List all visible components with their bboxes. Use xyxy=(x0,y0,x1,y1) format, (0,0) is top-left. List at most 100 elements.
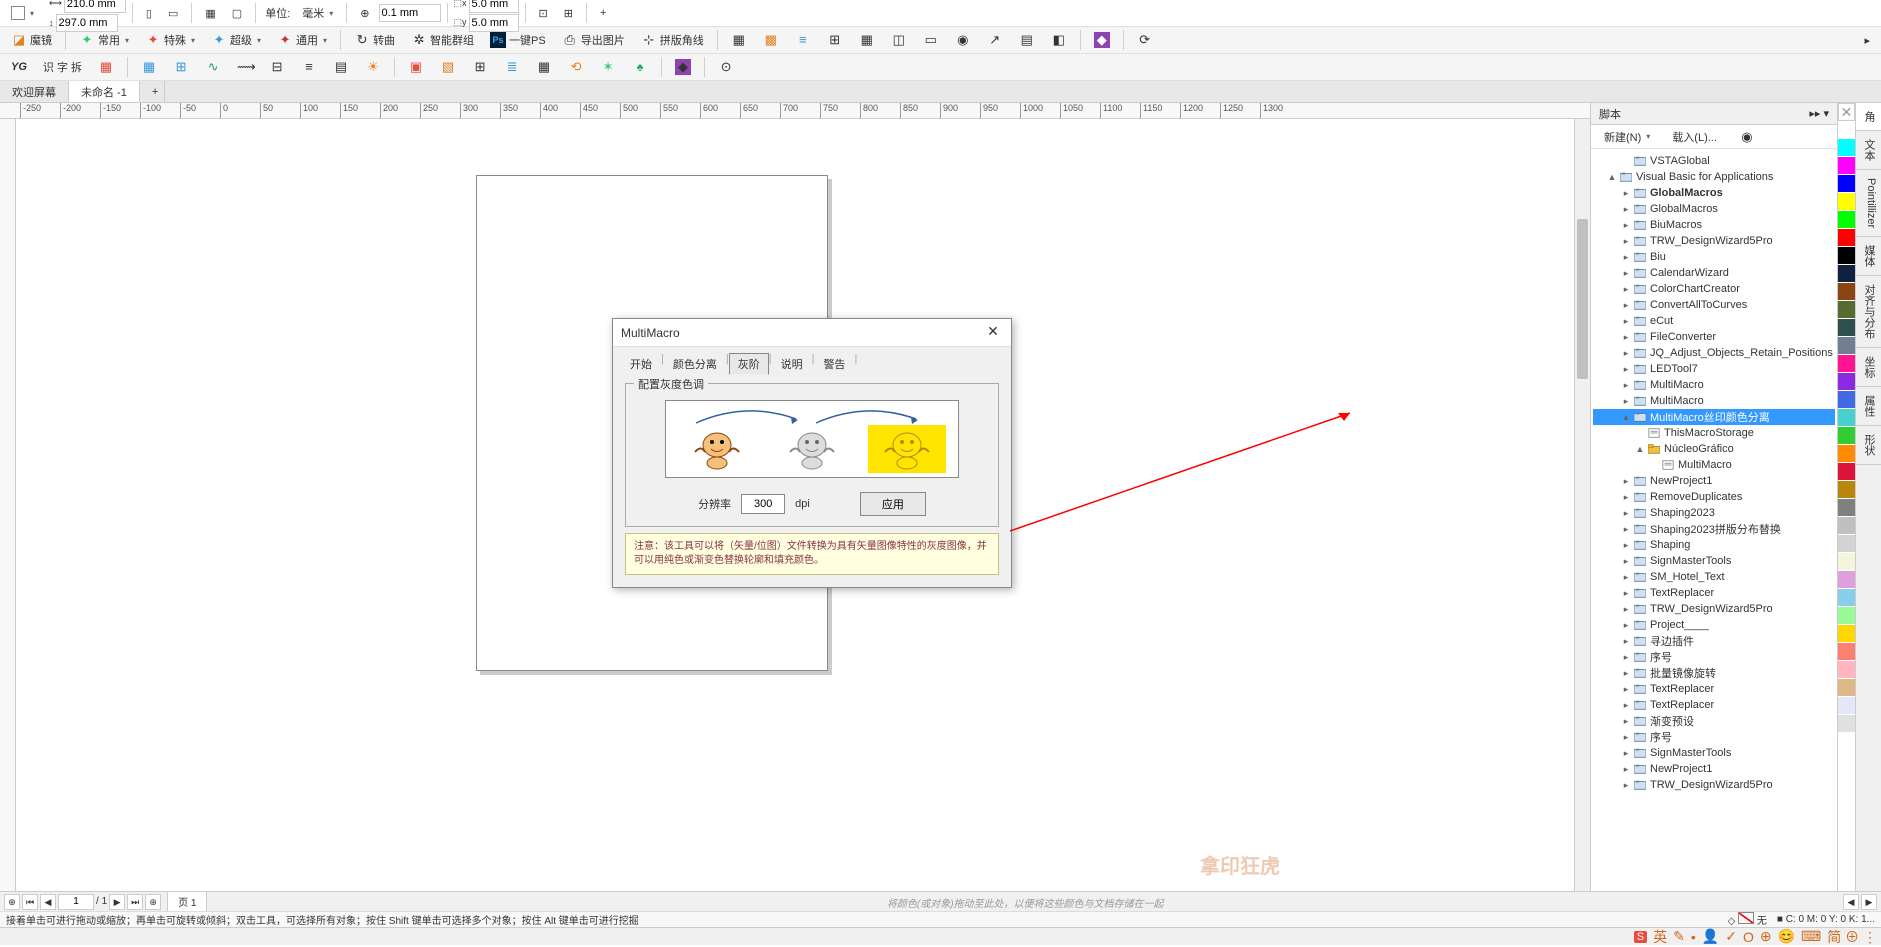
tree-node[interactable]: ▸GlobalMacros xyxy=(1593,185,1835,201)
tree-node[interactable]: ▸eCut xyxy=(1593,313,1835,329)
color-swatch[interactable] xyxy=(1838,301,1855,319)
super-button[interactable]: ✦超级▾ xyxy=(204,29,268,51)
tree-node[interactable]: ThisMacroStorage xyxy=(1593,425,1835,441)
tree-node[interactable]: ▲NúcleoGráfico xyxy=(1593,441,1835,457)
t2h[interactable]: ◉ xyxy=(948,29,978,51)
tree-node[interactable]: ▸Project____ xyxy=(1593,617,1835,633)
tree-node[interactable]: ▲MultiMacro丝印颜色分离 xyxy=(1593,409,1835,425)
snap-button[interactable]: ⊡ xyxy=(532,2,555,24)
color-swatch[interactable] xyxy=(1838,535,1855,553)
resolution-input[interactable] xyxy=(741,494,785,514)
color-swatch[interactable] xyxy=(1838,499,1855,517)
color-swatch[interactable] xyxy=(1838,679,1855,697)
t3o[interactable]: ⟲ xyxy=(561,56,591,78)
t3d[interactable]: ∿ xyxy=(198,56,228,78)
tree-node[interactable]: ▸Biu xyxy=(1593,249,1835,265)
t2e[interactable]: ▦ xyxy=(852,29,882,51)
t3p[interactable]: ✶ xyxy=(593,56,623,78)
units-dropdown[interactable]: 毫米▾ xyxy=(295,2,340,24)
t3h[interactable]: ▤ xyxy=(326,56,356,78)
ime-i2[interactable]: • xyxy=(1691,929,1696,945)
tree-node[interactable]: ▸渐变预设 xyxy=(1593,713,1835,729)
page-size-dropdown[interactable]: ▾ xyxy=(4,2,41,24)
t2d[interactable]: ⊞ xyxy=(820,29,850,51)
current-page-button[interactable]: ▢ xyxy=(225,2,249,24)
landscape-button[interactable]: ▭ xyxy=(161,2,185,24)
color-swatch[interactable] xyxy=(1838,589,1855,607)
color-swatch[interactable] xyxy=(1838,553,1855,571)
ime-i4[interactable]: ✓ xyxy=(1725,928,1737,945)
t2a[interactable]: ▦ xyxy=(724,29,754,51)
color-swatch[interactable] xyxy=(1838,661,1855,679)
dialog-tab-灰阶[interactable]: 灰阶 xyxy=(729,353,769,375)
color-swatch[interactable] xyxy=(1838,427,1855,445)
magic-mirror-button[interactable]: ◪魔镜 xyxy=(4,29,59,51)
color-swatch[interactable] xyxy=(1838,283,1855,301)
dialog-titlebar[interactable]: MultiMacro ✕ xyxy=(613,319,1011,347)
t2f[interactable]: ◫ xyxy=(884,29,914,51)
tree-node[interactable]: ▲Visual Basic for Applications xyxy=(1593,169,1835,185)
t3m[interactable]: ≣ xyxy=(497,56,527,78)
t2l[interactable]: ◆ xyxy=(1087,29,1117,51)
color-swatch[interactable] xyxy=(1838,229,1855,247)
portrait-button[interactable]: ▯ xyxy=(139,2,159,24)
add-button[interactable]: + xyxy=(593,2,613,24)
ime-i3[interactable]: 👤 xyxy=(1702,928,1719,945)
dialog-tab-颜色分离[interactable]: 颜色分离 xyxy=(664,353,726,375)
overflow-button[interactable]: ▸ xyxy=(1857,29,1877,51)
split-char-button[interactable]: 识 字 拆 xyxy=(36,56,89,78)
t3f[interactable]: ⊟ xyxy=(262,56,292,78)
convert-curves-button[interactable]: ↻转曲 xyxy=(347,29,402,51)
color-swatch[interactable] xyxy=(1838,121,1855,139)
dialog-close-button[interactable]: ✕ xyxy=(983,323,1003,343)
ime-lang[interactable]: 英 xyxy=(1653,927,1667,947)
color-swatch[interactable] xyxy=(1838,643,1855,661)
t2j[interactable]: ▤ xyxy=(1012,29,1042,51)
docker-tab-0[interactable]: 角 xyxy=(1856,103,1881,131)
docker-tab-5[interactable]: 坐标 xyxy=(1856,348,1881,387)
t3l[interactable]: ⊞ xyxy=(465,56,495,78)
ime-i8[interactable]: ⌨ xyxy=(1801,928,1821,945)
nav-first[interactable]: ⊕ xyxy=(4,894,20,910)
t3c[interactable]: ⊞ xyxy=(166,56,196,78)
docker-tab-4[interactable]: 对齐与分布 xyxy=(1856,276,1881,348)
t2m[interactable]: ⟳ xyxy=(1130,29,1160,51)
color-palette[interactable]: ✕ xyxy=(1837,103,1855,939)
script-tree[interactable]: VSTAGlobal▲Visual Basic for Applications… xyxy=(1591,149,1837,915)
color-swatch[interactable] xyxy=(1838,517,1855,535)
tree-node[interactable]: ▸JQ_Adjust_Objects_Retain_Positions xyxy=(1593,345,1835,361)
script-new-button[interactable]: 新建(N)▾ xyxy=(1597,126,1657,148)
docker-tab-1[interactable]: 文本 xyxy=(1856,131,1881,170)
tree-node[interactable]: ▸TextReplacer xyxy=(1593,697,1835,713)
tree-node[interactable]: ▸MultiMacro xyxy=(1593,393,1835,409)
tree-node[interactable]: ▸序号 xyxy=(1593,649,1835,665)
tree-node[interactable]: ▸NewProject1 xyxy=(1593,761,1835,777)
color-swatch[interactable] xyxy=(1838,715,1855,733)
tab-add-button[interactable]: + xyxy=(140,81,165,102)
docker-tab-2[interactable]: Pointillizer xyxy=(1856,170,1881,237)
smart-group-button[interactable]: ✲智能群组 xyxy=(404,29,481,51)
panel-menu-icon[interactable]: ▸▸ ▾ xyxy=(1809,107,1829,120)
tree-node[interactable]: ▸TRW_DesignWizard5Pro xyxy=(1593,601,1835,617)
tree-node[interactable]: ▸Shaping xyxy=(1593,537,1835,553)
nav-end-l[interactable]: ◀ xyxy=(1843,894,1859,910)
all-pages-button[interactable]: ▦ xyxy=(198,2,222,24)
dialog-tab-警告[interactable]: 警告 xyxy=(814,353,854,375)
color-swatch[interactable] xyxy=(1838,445,1855,463)
yg-button[interactable]: YG xyxy=(4,56,34,78)
color-swatch[interactable] xyxy=(1838,157,1855,175)
vertical-scrollbar[interactable] xyxy=(1574,119,1590,917)
tree-node[interactable]: ▸TextReplacer xyxy=(1593,585,1835,601)
t2b[interactable]: ▩ xyxy=(756,29,786,51)
color-swatch[interactable] xyxy=(1838,337,1855,355)
tree-node[interactable]: ▸SignMasterTools xyxy=(1593,553,1835,569)
color-swatch[interactable] xyxy=(1838,571,1855,589)
t2i[interactable]: ↗ xyxy=(980,29,1010,51)
color-swatch[interactable] xyxy=(1838,193,1855,211)
outline-indicator[interactable]: ■ C: 0 M: 0 Y: 0 K: 1... xyxy=(1777,914,1875,925)
one-key-ps-button[interactable]: Ps一键PS xyxy=(483,29,553,51)
tree-node[interactable]: ▸Shaping2023 xyxy=(1593,505,1835,521)
color-swatch[interactable] xyxy=(1838,175,1855,193)
color-swatch[interactable] xyxy=(1838,355,1855,373)
t3j[interactable]: ▣ xyxy=(401,56,431,78)
